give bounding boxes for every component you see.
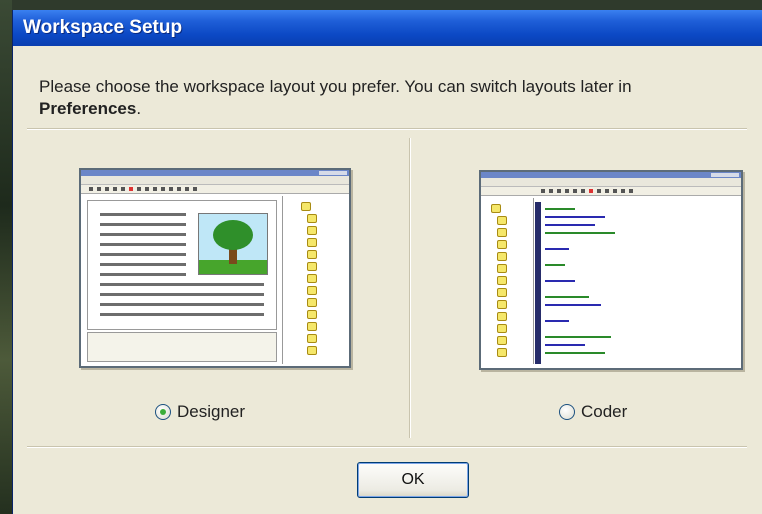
preview-toolbar — [481, 187, 741, 196]
coder-radio[interactable] — [559, 404, 575, 420]
tree-image — [198, 213, 268, 275]
dialog-title: Workspace Setup — [23, 17, 183, 38]
coder-label: Coder — [581, 402, 628, 421]
preview-property-panel — [87, 332, 277, 362]
workspace-setup-dialog: Workspace Setup Please choose the worksp… — [12, 10, 762, 514]
preview-menubar — [481, 178, 741, 187]
preview-design-canvas — [87, 200, 277, 330]
ok-button[interactable]: OK — [357, 462, 469, 498]
designer-layout-preview[interactable] — [79, 168, 351, 368]
center-separator — [409, 138, 411, 438]
designer-option[interactable]: Designer — [155, 402, 245, 422]
dialog-title-bar[interactable]: Workspace Setup — [13, 10, 762, 46]
prompt-text: Please choose the workspace layout you p… — [39, 77, 632, 96]
coder-layout-preview[interactable] — [479, 170, 743, 370]
layout-prompt: Please choose the workspace layout you p… — [39, 77, 632, 118]
bottom-separator — [27, 446, 747, 448]
designer-radio[interactable] — [155, 404, 171, 420]
preview-code-editor — [541, 202, 737, 364]
coder-option[interactable]: Coder — [559, 402, 627, 422]
preview-menubar — [81, 176, 349, 185]
top-separator — [27, 128, 747, 130]
desktop-backdrop — [0, 0, 12, 514]
preview-files-panel — [483, 198, 534, 364]
preferences-label: Preferences — [39, 99, 137, 118]
preview-files-panel — [282, 196, 347, 364]
designer-label: Designer — [177, 402, 246, 421]
preview-toolbar — [81, 185, 349, 194]
